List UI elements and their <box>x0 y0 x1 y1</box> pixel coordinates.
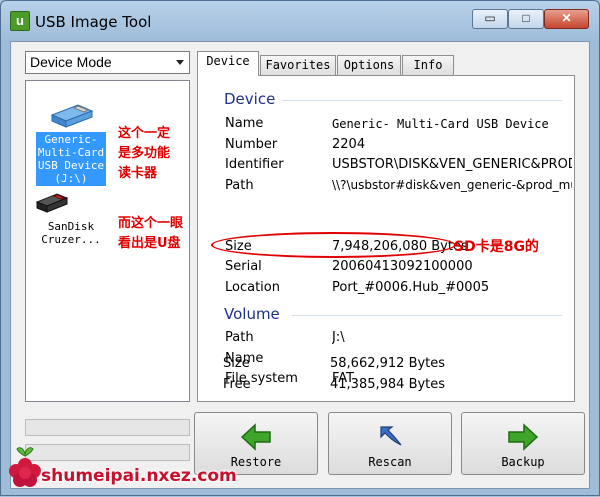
minimize-button[interactable]: ▭ <box>472 9 508 29</box>
volume-free-label: Free <box>223 377 251 392</box>
mode-dropdown[interactable]: Device Mode <box>25 51 190 74</box>
device-identifier-label: Identifier <box>225 157 284 172</box>
annotation-line: 读卡器 <box>118 166 158 181</box>
backup-button-label: Backup <box>501 455 545 469</box>
volume-size-value: 58,662,912 Bytes <box>330 356 446 371</box>
device-number-label: Number <box>225 137 278 152</box>
device-group-heading: Device <box>224 90 276 108</box>
raspberry-logo-icon <box>9 447 41 487</box>
maximize-button[interactable]: □ <box>508 9 544 29</box>
title-bar[interactable]: u USB Image Tool ▭ □ ✕ <box>1 1 599 41</box>
annotation-line: 这个一定 <box>118 126 171 141</box>
restore-button-label: Restore <box>230 455 282 469</box>
volume-size-label: Size <box>223 356 250 371</box>
backup-button[interactable]: Backup <box>461 412 585 475</box>
annotation-card-reader: 这个一定 是多功能 读卡器 <box>118 124 170 184</box>
volume-group-heading: Volume <box>224 305 280 323</box>
annotation-line: 看出是U盘 <box>118 236 181 251</box>
size-highlight-circle <box>211 232 456 258</box>
close-button[interactable]: ✕ <box>544 9 589 29</box>
annotation-line: 而这个一眼 <box>118 216 184 231</box>
mode-dropdown-value: Device Mode <box>30 54 112 70</box>
device-identifier-value: USBSTOR\DISK&VEN_GENERIC&PROD <box>332 157 572 172</box>
device-location-label: Location <box>225 280 280 295</box>
device-path-value: \\?\usbstor#disk&ven_generic-&prod_multi… <box>332 178 572 192</box>
annotation-line: 是多功能 <box>118 146 171 161</box>
window-title: USB Image Tool <box>35 13 152 31</box>
volume-path-value: J:\ <box>332 330 345 345</box>
device-item-sandisk-cruzer[interactable]: SanDisk Cruzer... <box>31 192 111 247</box>
device-serial-value: 20060413092100000 <box>332 259 473 274</box>
annotation-usb-drive: 而这个一眼 看出是U盘 <box>118 214 183 254</box>
volume-free-value: 41,385,984 Bytes <box>330 377 446 392</box>
app-window: u USB Image Tool ▭ □ ✕ Device Mode Gener… <box>0 0 600 496</box>
device-list[interactable]: Generic- Multi-Card USB Device (J:\) 这个一… <box>25 80 190 402</box>
tab-device[interactable]: Device <box>197 51 259 76</box>
chevron-down-icon[interactable] <box>176 60 184 65</box>
watermark-text: shumeipai.nxez.com <box>41 466 237 486</box>
arrow-left-icon <box>240 423 271 451</box>
rescan-button-label: Rescan <box>368 455 412 469</box>
client-area: Device Mode Generic- Multi-Card USB Devi… <box>10 41 590 489</box>
group-divider <box>282 100 562 101</box>
group-divider <box>292 315 562 316</box>
arrow-right-icon <box>508 423 539 451</box>
device-label: SanDisk Cruzer... <box>41 220 101 246</box>
tab-options[interactable]: Options <box>337 55 401 75</box>
device-number-value: 2204 <box>332 137 366 152</box>
device-name-value: Generic- Multi-Card USB Device <box>332 117 549 131</box>
device-serial-label: Serial <box>225 259 262 274</box>
volume-path-label: Path <box>225 330 254 345</box>
usb-drive-blue-icon <box>50 104 94 128</box>
refresh-arrow-icon <box>380 426 402 446</box>
watermark: shumeipai.nxez.com <box>1 431 237 497</box>
device-name-label: Name <box>225 116 264 131</box>
tab-favorites[interactable]: Favorites <box>260 55 336 75</box>
app-icon: u <box>10 11 30 31</box>
device-label: Generic- Multi-Card USB Device (J:\) <box>35 132 107 186</box>
tab-info[interactable]: Info <box>402 55 454 75</box>
device-item-generic-multi-card[interactable]: Generic- Multi-Card USB Device (J:\) <box>31 103 111 186</box>
device-path-label: Path <box>225 178 254 193</box>
device-tab-panel: Device Name Generic- Multi-Card USB Devi… <box>197 75 575 402</box>
rescan-button[interactable]: Rescan <box>328 412 452 475</box>
annotation-sd-size: SD卡是8G的 <box>454 239 539 255</box>
usb-drive-black-icon <box>35 193 69 213</box>
device-location-value: Port_#0006.Hub_#0005 <box>332 280 490 295</box>
